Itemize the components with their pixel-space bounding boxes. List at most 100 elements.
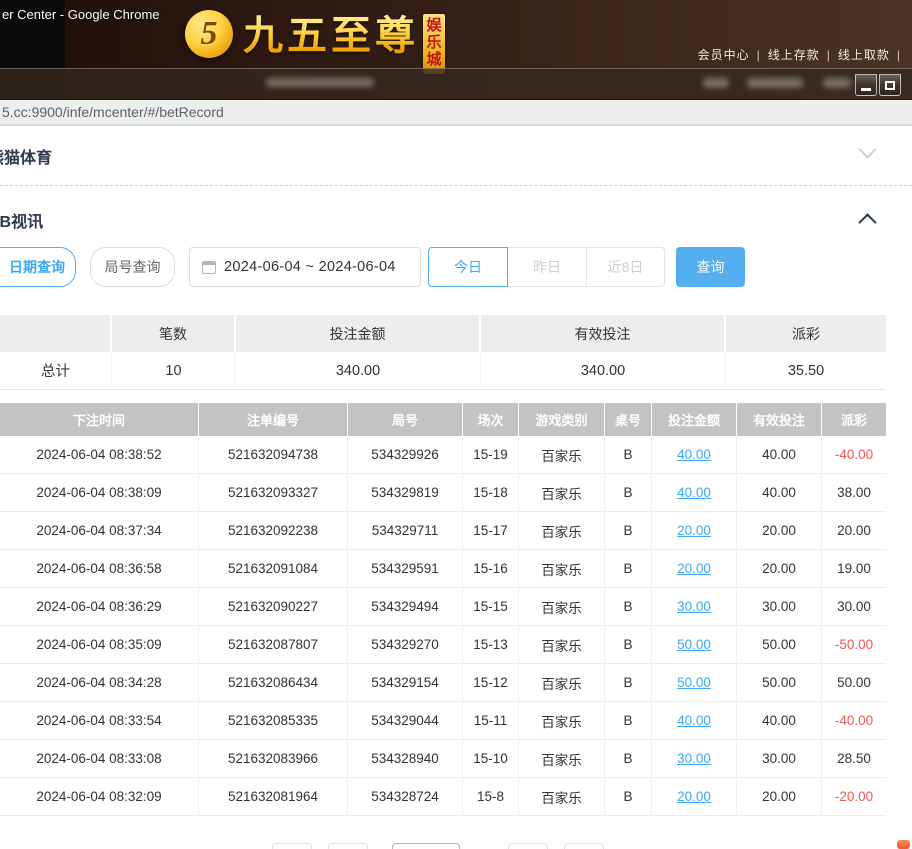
bet-time-cell: 2024-06-04 08:33:08 xyxy=(0,740,199,778)
pagination-button[interactable] xyxy=(272,843,312,849)
payout-cell: -50.00 xyxy=(822,626,886,664)
nav-link-member-center[interactable]: 会员中心 xyxy=(698,48,750,62)
bet-amount-link[interactable]: 40.00 xyxy=(652,702,737,740)
search-button[interactable]: 查询 xyxy=(676,247,745,287)
floating-badge[interactable] xyxy=(897,840,910,849)
summary-payout-value: 35.50 xyxy=(726,352,886,390)
valid-bet-cell: 50.00 xyxy=(737,664,822,702)
nav-separator: | xyxy=(896,48,901,62)
game-type-cell: 百家乐 xyxy=(519,436,605,474)
summary-valid-bet-value: 340.00 xyxy=(481,352,726,390)
session-cell: 15-15 xyxy=(463,588,519,626)
bet-amount-link[interactable]: 40.00 xyxy=(652,474,737,512)
bet-col-header: 有效投注 xyxy=(737,403,822,436)
maximize-icon xyxy=(885,81,895,90)
nav-link-withdraw[interactable]: 线上取款 xyxy=(838,48,890,62)
last-8-days-button[interactable]: 近8日 xyxy=(586,247,665,287)
minimize-button[interactable] xyxy=(855,74,877,96)
round-id-cell: 534328940 xyxy=(348,740,463,778)
url-bar[interactable]: 5.cc:9900/infe/mcenter/#/betRecord xyxy=(0,100,912,126)
payout-cell: -40.00 xyxy=(822,436,886,474)
bet-id-cell: 521632093327 xyxy=(199,474,348,512)
session-cell: 15-17 xyxy=(463,512,519,550)
valid-bet-cell: 30.00 xyxy=(737,588,822,626)
bet-time-cell: 2024-06-04 08:34:28 xyxy=(0,664,199,702)
window-title: er Center - Google Chrome xyxy=(2,7,160,22)
summary-table: 笔数 投注金额 有效投注 派彩 总计 10 340.00 340.00 35.5… xyxy=(0,315,886,390)
bet-table-body: 2024-06-04 08:38:52 521632094738 534329926… xyxy=(0,436,886,816)
pagination-page-select[interactable] xyxy=(392,843,460,849)
date-query-button[interactable]: 日期查询 xyxy=(0,247,76,287)
session-cell: 15-16 xyxy=(463,550,519,588)
summary-header-row: 笔数 投注金额 有效投注 派彩 xyxy=(0,315,886,352)
bet-amount-link[interactable]: 40.00 xyxy=(652,436,737,474)
bet-amount-link[interactable]: 20.00 xyxy=(652,778,737,816)
today-button[interactable]: 今日 xyxy=(428,247,508,287)
bet-col-header: 场次 xyxy=(463,403,519,436)
bet-time-cell: 2024-06-04 08:36:29 xyxy=(0,588,199,626)
table-row: 2024-06-04 08:37:34 521632092238 534329711… xyxy=(0,512,886,550)
bet-time-cell: 2024-06-04 08:35:09 xyxy=(0,626,199,664)
table-row: 2024-06-04 08:32:09 521632081964 534328724… xyxy=(0,778,886,816)
summary-col-header-count: 笔数 xyxy=(112,315,236,352)
session-cell: 15-10 xyxy=(463,740,519,778)
session-cell: 15-18 xyxy=(463,474,519,512)
ribbon-char: 城 xyxy=(426,51,442,68)
top-nav: 会员中心 | 线上存款 | 线上取款 | xyxy=(698,46,908,63)
round-id-cell: 534329711 xyxy=(348,512,463,550)
bet-time-cell: 2024-06-04 08:37:34 xyxy=(0,512,199,550)
bet-id-cell: 521632094738 xyxy=(199,436,348,474)
summary-total-row: 总计 10 340.00 340.00 35.50 xyxy=(0,352,886,390)
logo-coin-numeral: 5 xyxy=(200,15,218,52)
pagination-button[interactable] xyxy=(508,843,548,849)
payout-cell: -40.00 xyxy=(822,702,886,740)
maximize-button[interactable] xyxy=(879,74,901,96)
valid-bet-cell: 30.00 xyxy=(737,740,822,778)
screen: 5 九五至尊 娱 乐 城 会员中心 | 线上存款 | 线上取款 | er Center -… xyxy=(0,0,912,849)
ribbon-char: 乐 xyxy=(426,34,442,51)
summary-col-header-payout: 派彩 xyxy=(726,315,886,352)
pagination-button[interactable] xyxy=(564,843,604,849)
valid-bet-cell: 40.00 xyxy=(737,702,822,740)
game-type-cell: 百家乐 xyxy=(519,702,605,740)
summary-bet-amount-value: 340.00 xyxy=(236,352,481,390)
yesterday-button[interactable]: 昨日 xyxy=(508,247,586,287)
date-range-input[interactable]: 2024-06-04 ~ 2024-06-04 xyxy=(189,247,421,287)
bet-amount-link[interactable]: 50.00 xyxy=(652,664,737,702)
game-type-cell: 百家乐 xyxy=(519,474,605,512)
bet-amount-link[interactable]: 20.00 xyxy=(652,550,737,588)
nav-separator: | xyxy=(756,48,761,62)
section-title-panda-sports: 熊猫体育 xyxy=(0,150,53,167)
bet-time-cell: 2024-06-04 08:32:09 xyxy=(0,778,199,816)
session-cell: 15-11 xyxy=(463,702,519,740)
summary-col-header-bet-amount: 投注金额 xyxy=(236,315,481,352)
bet-col-header: 局号 xyxy=(348,403,463,436)
summary-count-value: 10 xyxy=(112,352,236,390)
table-no-cell: B xyxy=(605,436,652,474)
game-type-cell: 百家乐 xyxy=(519,512,605,550)
pagination-button[interactable] xyxy=(328,843,368,849)
table-no-cell: B xyxy=(605,626,652,664)
bet-time-cell: 2024-06-04 08:38:09 xyxy=(0,474,199,512)
valid-bet-cell: 50.00 xyxy=(737,626,822,664)
bet-amount-link[interactable]: 20.00 xyxy=(652,512,737,550)
bet-col-header: 下注时间 xyxy=(0,403,199,436)
bet-amount-link[interactable]: 50.00 xyxy=(652,626,737,664)
bet-id-cell: 521632087807 xyxy=(199,626,348,664)
round-query-button[interactable]: 局号查询 xyxy=(90,247,175,287)
url-text: 5.cc:9900/infe/mcenter/#/betRecord xyxy=(2,104,224,120)
table-no-cell: B xyxy=(605,512,652,550)
game-type-cell: 百家乐 xyxy=(519,626,605,664)
bet-col-header: 桌号 xyxy=(605,403,652,436)
bet-amount-link[interactable]: 30.00 xyxy=(652,740,737,778)
calendar-icon xyxy=(202,260,216,274)
bet-col-header: 游戏类别 xyxy=(519,403,605,436)
site-logo: 5 九五至尊 娱 乐 城 xyxy=(185,8,445,74)
session-cell: 15-8 xyxy=(463,778,519,816)
bet-amount-link[interactable]: 30.00 xyxy=(652,588,737,626)
bet-id-cell: 521632090227 xyxy=(199,588,348,626)
table-row: 2024-06-04 08:38:52 521632094738 534329926… xyxy=(0,436,886,474)
nav-link-deposit[interactable]: 线上存款 xyxy=(768,48,820,62)
bet-table-header-row: 下注时间 注单编号 局号 场次 游戏类别 桌号 投注金额 有效投注 派彩 xyxy=(0,403,886,436)
table-no-cell: B xyxy=(605,778,652,816)
